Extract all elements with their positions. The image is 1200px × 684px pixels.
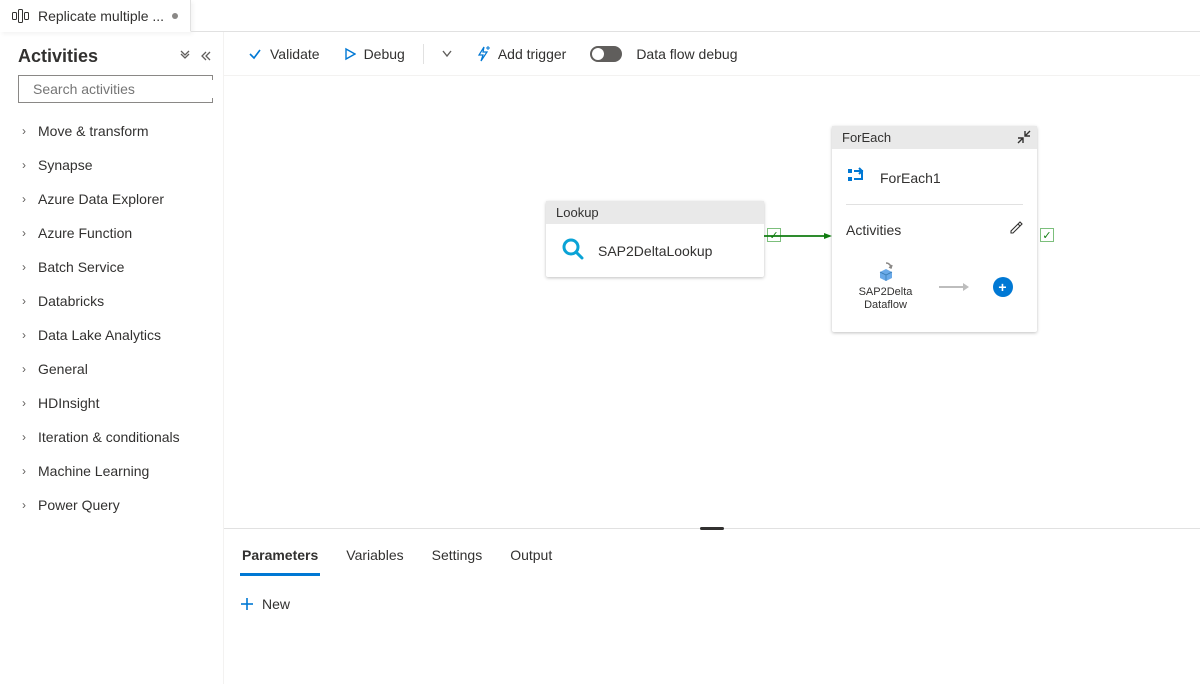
- pipeline-tab[interactable]: Replicate multiple ...: [0, 0, 191, 32]
- chevron-right-icon: ›: [18, 226, 30, 240]
- pipeline-canvas[interactable]: Lookup SAP2DeltaLookup ✓ ForEach: [224, 76, 1200, 528]
- flow-arrow-icon: [939, 279, 969, 295]
- edit-activities-icon[interactable]: [1009, 221, 1023, 238]
- tab-variables[interactable]: Variables: [344, 541, 405, 576]
- foreach-activity-type: ForEach: [832, 126, 1037, 149]
- chevron-right-icon: ›: [18, 294, 30, 308]
- pipeline-toolbar: Validate Debug Add trigger Data flow deb…: [224, 32, 1200, 76]
- unsaved-indicator-icon: [172, 13, 178, 19]
- new-parameter-button[interactable]: New: [240, 596, 1184, 612]
- category-machine-learning[interactable]: ›Machine Learning: [18, 455, 213, 487]
- sidebar-title: Activities: [18, 46, 98, 67]
- chevron-right-icon: ›: [18, 192, 30, 206]
- plus-icon: [240, 597, 254, 611]
- dataflow-icon: [875, 262, 897, 282]
- debug-dropdown-button[interactable]: [434, 46, 460, 62]
- expand-all-icon[interactable]: [179, 49, 191, 65]
- data-flow-debug-label: Data flow debug: [636, 46, 737, 62]
- category-synapse[interactable]: ›Synapse: [18, 149, 213, 181]
- activities-sidebar: Activities ›Move & transform ›Synapse ›A…: [0, 32, 223, 684]
- collapse-activity-icon[interactable]: [1017, 130, 1031, 147]
- tab-settings[interactable]: Settings: [430, 541, 485, 576]
- inner-activity[interactable]: SAP2Delta Dataflow: [857, 262, 915, 312]
- toolbar-divider: [423, 44, 424, 64]
- lookup-activity-name: SAP2DeltaLookup: [598, 243, 712, 259]
- category-data-lake-analytics[interactable]: ›Data Lake Analytics: [18, 319, 213, 351]
- lookup-activity[interactable]: Lookup SAP2DeltaLookup: [546, 201, 764, 277]
- add-trigger-button[interactable]: Add trigger: [468, 42, 574, 66]
- lookup-activity-type: Lookup: [546, 201, 764, 224]
- chevron-right-icon: ›: [18, 362, 30, 376]
- category-general[interactable]: ›General: [18, 353, 213, 385]
- debug-button[interactable]: Debug: [336, 42, 413, 66]
- tab-output[interactable]: Output: [508, 541, 554, 576]
- search-activities-box[interactable]: [18, 75, 213, 103]
- category-databricks[interactable]: ›Databricks: [18, 285, 213, 317]
- chevron-right-icon: ›: [18, 464, 30, 478]
- category-power-query[interactable]: ›Power Query: [18, 489, 213, 521]
- foreach-activity-name: ForEach1: [880, 170, 941, 186]
- collapse-panel-icon[interactable]: [199, 49, 211, 65]
- chevron-right-icon: ›: [18, 498, 30, 512]
- validate-button[interactable]: Validate: [240, 42, 328, 66]
- category-hdinsight[interactable]: ›HDInsight: [18, 387, 213, 419]
- chevron-right-icon: ›: [18, 396, 30, 410]
- success-badge-icon: ✓: [767, 228, 781, 242]
- pipeline-icon: [12, 9, 30, 23]
- chevron-right-icon: ›: [18, 328, 30, 342]
- lookup-icon: [560, 236, 586, 265]
- search-activities-input[interactable]: [31, 80, 216, 98]
- category-batch-service[interactable]: ›Batch Service: [18, 251, 213, 283]
- chevron-right-icon: ›: [18, 260, 30, 274]
- tab-strip-empty: [191, 0, 1200, 32]
- foreach-icon: [846, 165, 868, 190]
- add-inner-activity-button[interactable]: +: [993, 277, 1013, 297]
- category-azure-data-explorer[interactable]: ›Azure Data Explorer: [18, 183, 213, 215]
- foreach-activity[interactable]: ForEach: [832, 126, 1037, 332]
- chevron-right-icon: ›: [18, 158, 30, 172]
- bottom-panel: Parameters Variables Settings Output New: [224, 528, 1200, 684]
- data-flow-debug-toggle[interactable]: [590, 46, 622, 62]
- category-azure-function[interactable]: ›Azure Function: [18, 217, 213, 249]
- chevron-right-icon: ›: [18, 124, 30, 138]
- category-move-transform[interactable]: ›Move & transform: [18, 115, 213, 147]
- tab-parameters[interactable]: Parameters: [240, 541, 320, 576]
- success-badge-icon: ✓: [1040, 228, 1054, 242]
- pipeline-tab-label: Replicate multiple ...: [38, 8, 164, 24]
- category-iteration-conditionals[interactable]: ›Iteration & conditionals: [18, 421, 213, 453]
- chevron-right-icon: ›: [18, 430, 30, 444]
- foreach-activities-label: Activities: [846, 222, 901, 238]
